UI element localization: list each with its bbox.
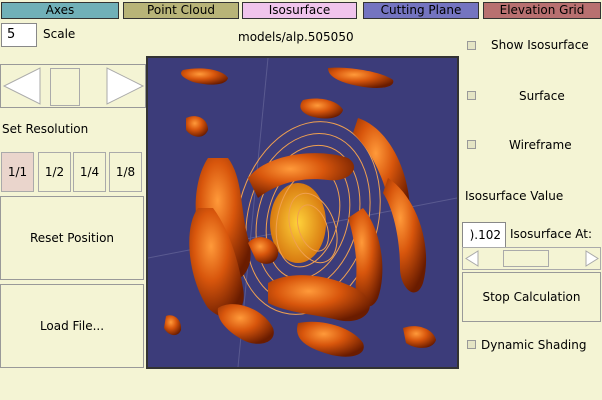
- isosurface-at-label: Isosurface At:: [510, 227, 593, 241]
- set-resolution-label: Set Resolution: [2, 122, 89, 136]
- show-isosurface-checkbox[interactable]: [467, 41, 476, 50]
- wireframe-label: Wireframe: [509, 138, 572, 152]
- show-isosurface-label: Show Isosurface: [491, 38, 589, 52]
- dynamic-shading-label: Dynamic Shading: [481, 338, 587, 352]
- isosurface-slider[interactable]: [462, 247, 601, 270]
- load-file-button[interactable]: Load File...: [0, 284, 144, 368]
- isosurface-value-input[interactable]: ).102: [462, 222, 506, 248]
- reset-position-button[interactable]: Reset Position: [0, 196, 144, 280]
- wireframe-checkbox[interactable]: [467, 140, 476, 149]
- dynamic-shading-checkbox[interactable]: [467, 340, 476, 349]
- mode-tab-bar: Axes Point Cloud Isosurface Cutting Plan…: [0, 0, 602, 22]
- resolution-button-1-4[interactable]: 1/4: [73, 152, 106, 192]
- scroller-thumb[interactable]: [50, 68, 80, 106]
- scale-label: Scale: [43, 27, 76, 41]
- rotation-scroller: [0, 64, 146, 108]
- slider-left-arrow-icon[interactable]: [465, 249, 479, 268]
- isosurface-value-label: Isosurface Value: [465, 189, 564, 203]
- right-arrow-icon[interactable]: [105, 66, 145, 106]
- resolution-button-1-1[interactable]: 1/1: [1, 152, 34, 192]
- tab-elevation-grid[interactable]: Elevation Grid: [483, 2, 601, 19]
- tab-cutting-plane[interactable]: Cutting Plane: [363, 2, 479, 19]
- tab-isosurface[interactable]: Isosurface: [242, 2, 357, 19]
- isosurface-render: [148, 58, 457, 367]
- tab-axes[interactable]: Axes: [1, 2, 119, 19]
- scale-input[interactable]: 5: [1, 23, 37, 47]
- resolution-button-1-2[interactable]: 1/2: [38, 152, 71, 192]
- surface-checkbox[interactable]: [467, 91, 476, 100]
- slider-thumb[interactable]: [503, 250, 549, 267]
- resolution-button-1-8[interactable]: 1/8: [109, 152, 142, 192]
- surface-label: Surface: [519, 89, 565, 103]
- model-path-label: models/alp.505050: [238, 30, 354, 44]
- isosurface-viewport[interactable]: [146, 56, 459, 369]
- slider-right-arrow-icon[interactable]: [585, 249, 599, 268]
- left-arrow-icon[interactable]: [2, 66, 42, 106]
- stop-calculation-button[interactable]: Stop Calculation: [462, 272, 601, 322]
- tab-point-cloud[interactable]: Point Cloud: [123, 2, 239, 19]
